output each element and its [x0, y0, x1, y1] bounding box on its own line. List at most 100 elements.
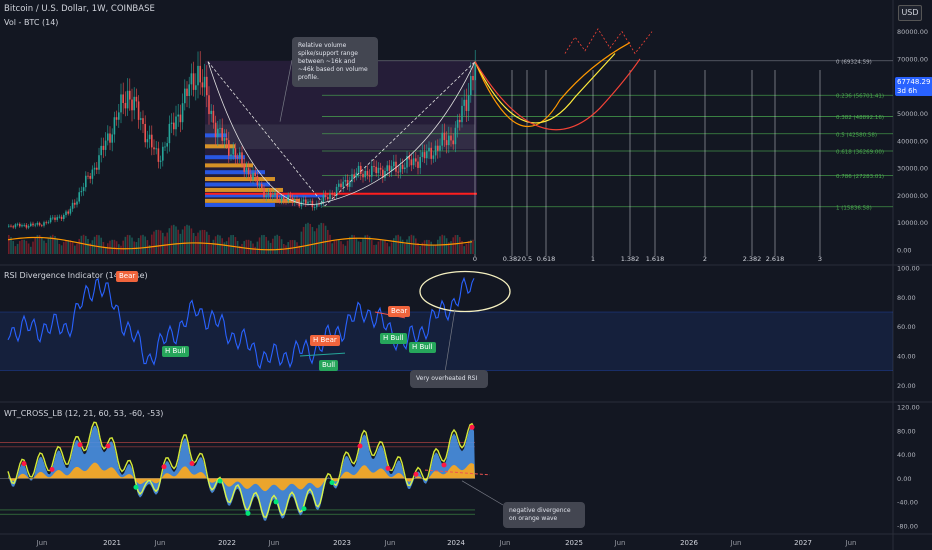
- volume-bar: [214, 236, 217, 254]
- volume-bar: [71, 242, 74, 254]
- rsi-tick-label: 100.00: [897, 265, 920, 273]
- volume-bar: [247, 239, 250, 254]
- candle-body: [467, 95, 470, 111]
- candle-body: [439, 145, 441, 151]
- volume-bar: [241, 243, 243, 254]
- candle-body: [10, 225, 12, 227]
- candle-body: [177, 114, 179, 117]
- symbol-title: Bitcoin / U.S. Dollar, 1W, COINBASE: [4, 4, 155, 14]
- volume-bar: [43, 240, 45, 254]
- candle-body: [98, 155, 100, 170]
- candle-body: [65, 211, 67, 216]
- volume-bar: [428, 239, 430, 254]
- volume-bar: [340, 241, 342, 254]
- candle-body: [60, 216, 63, 220]
- volume-bar: [342, 244, 344, 254]
- candle-body: [118, 112, 120, 120]
- time-axis-label: 2027: [794, 539, 812, 547]
- candle-body: [78, 192, 80, 202]
- candle-body: [232, 148, 234, 155]
- candle-body: [362, 173, 364, 178]
- candle-body: [445, 140, 448, 146]
- candle-body: [459, 119, 461, 123]
- volume-bar: [397, 234, 399, 254]
- time-fib-label: 0.618: [537, 255, 556, 263]
- wt-cross-dot: [21, 461, 27, 467]
- candle-body: [120, 94, 122, 113]
- price-tick-label: 30000.00: [897, 165, 928, 173]
- candle-body: [89, 176, 91, 179]
- candle-body: [32, 223, 34, 226]
- candle-body: [430, 147, 432, 159]
- candle-body: [410, 159, 413, 166]
- candle-body: [16, 223, 19, 225]
- volume-bar: [366, 234, 369, 254]
- candle-body: [274, 192, 276, 196]
- volume-bar: [223, 242, 226, 254]
- candle-body: [129, 90, 131, 100]
- candle-body: [470, 76, 472, 96]
- volume-bar: [467, 241, 470, 254]
- candle-body: [107, 133, 109, 141]
- volume-bar: [335, 239, 338, 254]
- time-axis-label: Jun: [384, 539, 396, 547]
- volume-bar: [450, 241, 452, 254]
- candle-body: [234, 148, 237, 158]
- candle-body: [162, 146, 164, 161]
- volume-bar: [250, 240, 252, 254]
- volume-bar: [384, 240, 386, 254]
- candle-body: [41, 225, 43, 227]
- volume-bar: [69, 240, 72, 254]
- candle-body: [456, 119, 459, 128]
- candle-body: [463, 99, 465, 106]
- candle-body: [285, 200, 287, 202]
- candle-body: [465, 99, 468, 111]
- candle-body: [30, 223, 32, 227]
- candle-body: [173, 122, 175, 130]
- rsi-tag: H Bull: [380, 333, 407, 344]
- volume-bar: [278, 235, 281, 254]
- currency-button[interactable]: USD: [898, 5, 922, 21]
- candle-body: [219, 127, 221, 129]
- volume-bar: [300, 231, 303, 254]
- volume-bar: [109, 240, 111, 254]
- candle-body: [329, 193, 331, 200]
- volume-bar: [14, 246, 17, 254]
- time-axis-label: 2025: [565, 539, 583, 547]
- last-price-tag: 67748.29 3d 6h: [895, 77, 932, 96]
- volume-bar: [395, 235, 397, 254]
- volume-bar: [254, 246, 256, 254]
- price-tick-label: 20000.00: [897, 192, 928, 200]
- projection-arc: [474, 42, 631, 128]
- time-fib-label: 0: [473, 255, 477, 263]
- volume-bar: [351, 234, 353, 254]
- time-axis-label: Jun: [36, 539, 48, 547]
- time-axis-label: Jun: [154, 539, 166, 547]
- volume-bar: [437, 239, 439, 254]
- candle-body: [258, 184, 261, 186]
- volume-bar: [408, 236, 410, 254]
- candle-body: [256, 176, 259, 186]
- candle-body: [423, 152, 426, 159]
- volume-profile-note: Relative volume spike/support range betw…: [292, 37, 378, 87]
- time-axis-label: Jun: [730, 539, 742, 547]
- volume-bar: [272, 238, 274, 254]
- candle-body: [8, 225, 10, 227]
- volume-bar: [432, 244, 435, 254]
- volume-bar: [111, 239, 113, 254]
- candle-body: [327, 197, 329, 200]
- candle-body: [188, 84, 190, 97]
- volume-bar: [140, 235, 142, 254]
- price-tick-label: 10000.00: [897, 219, 928, 227]
- time-axis-label: 2023: [333, 539, 351, 547]
- candle-body: [269, 192, 272, 198]
- volume-profile-bar: [205, 187, 283, 192]
- candle-body: [58, 216, 61, 218]
- volume-bar: [280, 239, 283, 254]
- time-axis-label: 2024: [447, 539, 465, 547]
- wt-tick-label: -40.00: [897, 499, 918, 507]
- volume-bar: [230, 235, 232, 254]
- candle-body: [190, 73, 193, 85]
- candle-body: [461, 105, 463, 123]
- volume-bar: [34, 237, 36, 254]
